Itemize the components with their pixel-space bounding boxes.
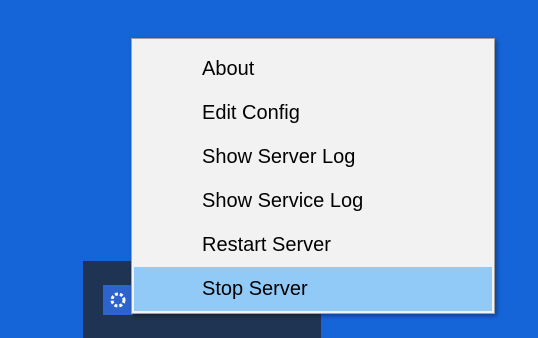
menu-item-restart-server[interactable]: Restart Server: [134, 223, 492, 267]
menu-item-label: Stop Server: [202, 277, 308, 300]
server-app-tray-icon[interactable]: [103, 285, 133, 315]
menu-item-label: Restart Server: [202, 233, 331, 256]
menu-item-label: Show Server Log: [202, 145, 356, 168]
menu-item-label: Show Service Log: [202, 189, 364, 212]
menu-item-stop-server[interactable]: Stop Server: [134, 267, 492, 311]
menu-item-edit-config[interactable]: Edit Config: [134, 91, 492, 135]
menu-item-show-service-log[interactable]: Show Service Log: [134, 179, 492, 223]
menu-item-label: Edit Config: [202, 101, 300, 124]
tray-context-menu: About Edit Config Show Server Log Show S…: [131, 38, 495, 314]
menu-item-show-server-log[interactable]: Show Server Log: [134, 135, 492, 179]
gear-icon: [110, 292, 126, 308]
menu-item-label: About: [202, 57, 255, 80]
menu-item-about[interactable]: About: [134, 47, 492, 91]
